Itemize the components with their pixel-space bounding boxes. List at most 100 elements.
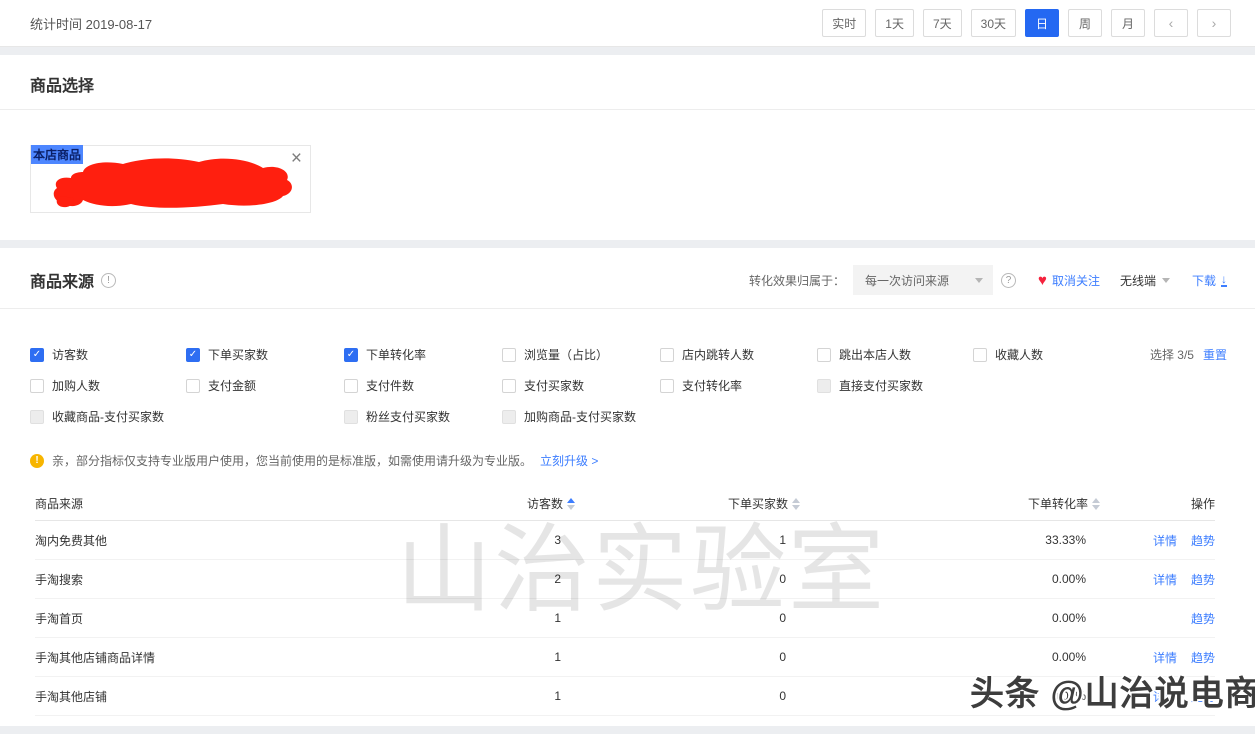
cell-value: 0.00% [800,572,1100,586]
chevron-down-icon [1162,278,1170,283]
metric-checkbox-9[interactable]: 支付件数 [344,377,502,394]
column-label: 下单买家数 [728,495,788,512]
table-row: 手淘其他店铺商品详情100.00%详情趋势 [35,638,1215,677]
metric-checkbox-14: 粉丝支付买家数 [344,408,502,425]
sort-carets-icon[interactable] [792,498,800,510]
attribution-dropdown[interactable]: 每一次访问来源 [853,265,993,295]
checkbox-icon [660,348,674,362]
metric-label: 下单转化率 [366,346,426,363]
metric-label: 收藏人数 [995,346,1043,363]
metric-label: 加购商品-支付买家数 [524,408,636,425]
cell-value: 1 [355,689,575,703]
source-title: 商品来源 ! [30,268,116,292]
metric-checkbox-0[interactable]: ✓访客数 [30,346,186,363]
metric-label: 支付件数 [366,377,414,394]
download-link[interactable]: 下载 ↓ [1192,272,1227,289]
metric-checkbox-7[interactable]: 加购人数 [30,377,186,394]
range-button-3[interactable]: 30天 [971,9,1016,37]
next-period-button[interactable]: › [1197,9,1231,37]
notice-text: 亲，部分指标仅支持专业版用户使用，您当前使用的是标准版，如需使用请升级为专业版。 [52,452,532,469]
detail-link[interactable]: 详情 [1153,532,1177,549]
metric-checkbox-15: 加购商品-支付买家数 [502,408,660,425]
cell-source: 手淘搜索 [35,571,355,588]
detail-link[interactable]: 详情 [1153,571,1177,588]
column-header-1[interactable]: 访客数 [355,495,575,512]
checkbox-icon [344,410,358,424]
trend-link[interactable]: 趋势 [1191,571,1215,588]
column-label: 操作 [1191,495,1215,512]
prev-period-button[interactable]: ‹ [1154,9,1188,37]
cell-value: 0 [575,689,800,703]
table-body: 淘内免费其他3133.33%详情趋势手淘搜索200.00%详情趋势手淘首页100… [35,521,1215,716]
terminal-dropdown[interactable]: 无线端 [1120,272,1170,289]
cell-value: 3 [355,533,575,547]
metric-label: 加购人数 [52,377,100,394]
range-button-1[interactable]: 1天 [875,9,914,37]
range-button-4[interactable]: 日 [1025,9,1059,37]
trend-link[interactable]: 趋势 [1191,532,1215,549]
sort-carets-icon[interactable] [567,498,575,510]
cell-value: 2 [355,572,575,586]
table-row: 淘内免费其他3133.33%详情趋势 [35,521,1215,560]
product-select-header: 商品选择 [0,55,1255,110]
column-header-3[interactable]: 下单转化率 [800,495,1100,512]
attribution-label: 转化效果归属于： [749,272,845,289]
checkbox-checked-icon: ✓ [344,348,358,362]
metric-label: 下单买家数 [208,346,268,363]
trend-link[interactable]: 趋势 [1191,688,1215,705]
metric-checkbox-5[interactable]: 跳出本店人数 [817,346,973,363]
range-button-5[interactable]: 周 [1068,9,1102,37]
metric-checkbox-2[interactable]: ✓ 下单转化率 [344,346,502,363]
metric-checkbox-3[interactable]: 浏览量（占比） [502,346,660,363]
reset-link[interactable]: 重置 [1203,346,1227,363]
selected-product-card: 本店商品 × [30,145,311,213]
checkbox-checked-icon: ✓ [30,348,44,362]
column-header-2[interactable]: 下单买家数 [575,495,800,512]
sort-down-icon [567,505,575,510]
shop-product-badge: 本店商品 [31,145,83,164]
stat-time: 统计时间 2019-08-17 [30,14,152,33]
close-icon[interactable]: × [291,149,302,168]
metric-checkbox-6[interactable]: 收藏人数 [973,346,1123,363]
download-icon: ↓ [1221,274,1227,287]
download-label: 下载 [1192,272,1216,289]
range-button-2[interactable]: 7天 [923,9,962,37]
metric-checkbox-8[interactable]: 支付金额 [186,377,344,394]
unfollow-link[interactable]: 取消关注 [1052,272,1100,289]
column-header-0: 商品来源 [35,495,355,512]
cell-value: 1 [355,650,575,664]
metric-checkbox-11[interactable]: 支付转化率 [660,377,817,394]
sort-carets-icon[interactable] [1092,498,1100,510]
stat-date: 2019-08-17 [86,17,153,32]
range-button-6[interactable]: 月 [1111,9,1145,37]
trend-link[interactable]: 趋势 [1191,610,1215,627]
source-controls: 转化效果归属于： 每一次访问来源 ? ♥ 取消关注 无线端 下载 ↓ [749,265,1227,295]
metric-checkbox-1[interactable]: ✓下单买家数 [186,346,344,363]
warning-icon: ! [30,454,44,468]
cell-value: 0.00% [800,689,1100,703]
detail-link[interactable]: 详情 [1153,649,1177,666]
attribution-value: 每一次访问来源 [865,272,949,289]
column-label: 下单转化率 [1028,495,1088,512]
detail-link[interactable]: 详情 [1153,688,1177,705]
upgrade-link[interactable]: 立刻升级 > [540,452,598,469]
product-select-panel: 商品选择 本店商品 × [0,55,1255,240]
source-title-text: 商品来源 [30,268,94,292]
checkbox-icon [30,379,44,393]
help-icon[interactable]: ? [1001,273,1016,288]
metric-label: 直接支付买家数 [839,377,923,394]
selection-info: 选择 3/5 重置 [1150,346,1227,363]
checkbox-icon [817,348,831,362]
sort-down-icon [1092,505,1100,510]
metric-checkbox-10[interactable]: 支付买家数 [502,377,660,394]
range-button-0[interactable]: 实时 [822,9,866,37]
trend-link[interactable]: 趋势 [1191,649,1215,666]
cell-actions: 详情趋势 [1100,532,1215,549]
checkbox-icon [30,410,44,424]
cell-actions: 详情趋势 [1100,571,1215,588]
metric-checkbox-4[interactable]: 店内跳转人数 [660,346,817,363]
topbar: 统计时间 2019-08-17 实时 1天 7天 30天日周月 ‹ › [0,0,1255,47]
metric-checkbox-grid: 选择 3/5 重置 ✓访客数✓下单买家数✓下单转化率浏览量（占比）店内跳转人数跳… [0,309,1255,425]
cell-actions: 详情趋势 [1100,649,1215,666]
source-header: 商品来源 ! 转化效果归属于： 每一次访问来源 ? ♥ 取消关注 无线端 下载 … [0,248,1255,309]
